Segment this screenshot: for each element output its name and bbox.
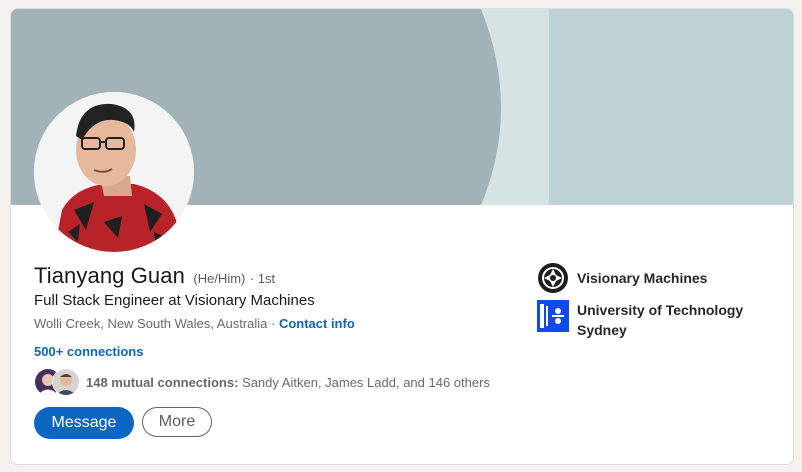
education[interactable]: University of Technology Sydney bbox=[537, 300, 767, 340]
connection-degree: · 1st bbox=[249, 271, 276, 286]
profile-photo[interactable] bbox=[34, 92, 194, 252]
message-button[interactable]: Message bbox=[34, 407, 134, 439]
mutual-names: Sandy Aitken, James Ladd, and 146 others bbox=[238, 374, 490, 390]
mutual-connections-text: 148 mutual connections: Sandy Aitken, Ja… bbox=[86, 375, 490, 390]
profile-name: Tianyang Guan bbox=[34, 263, 185, 288]
uts-logo-graphic bbox=[537, 300, 569, 332]
company-name: Visionary Machines bbox=[577, 270, 708, 286]
mutual-connections[interactable]: 148 mutual connections: Sandy Aitken, Ja… bbox=[34, 367, 490, 397]
profile-photo-image bbox=[34, 92, 194, 252]
more-button[interactable]: More bbox=[142, 407, 212, 437]
mutual-avatar-image bbox=[53, 369, 79, 395]
location-separator: · bbox=[267, 316, 279, 331]
mutual-avatar bbox=[52, 368, 80, 396]
profile-location: Wolli Creek, New South Wales, Australia bbox=[34, 316, 268, 331]
location-row: Wolli Creek, New South Wales, Australia … bbox=[34, 316, 355, 331]
profile-headline: Full Stack Engineer at Visionary Machine… bbox=[34, 292, 315, 309]
visionary-machines-logo-graphic bbox=[538, 263, 568, 293]
contact-info-link[interactable]: Contact info bbox=[279, 316, 355, 331]
name-row: Tianyang Guan (He/Him) · 1st bbox=[34, 263, 275, 289]
visionary-machines-logo-icon bbox=[537, 262, 569, 294]
mutual-count: 148 mutual connections: bbox=[86, 374, 239, 390]
school-name: University of Technology Sydney bbox=[577, 302, 744, 338]
profile-card: Tianyang Guan (He/Him) · 1st Full Stack … bbox=[10, 8, 794, 465]
connections-link[interactable]: 500+ connections bbox=[34, 344, 143, 359]
mutual-avatars bbox=[34, 368, 82, 396]
current-company[interactable]: Visionary Machines bbox=[537, 262, 767, 294]
profile-pronouns: (He/Him) bbox=[193, 271, 246, 286]
uts-logo-icon bbox=[537, 300, 569, 332]
